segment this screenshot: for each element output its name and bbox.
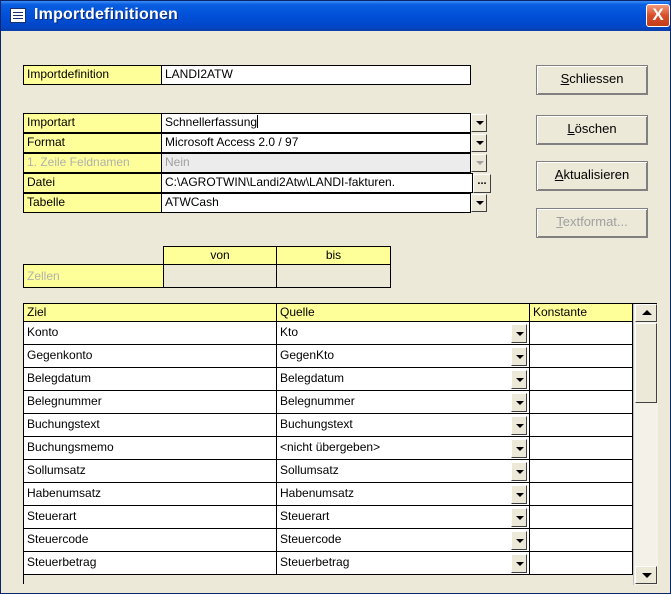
quelle-dropdown-button[interactable]: [511, 324, 527, 343]
table-row-konstante[interactable]: [530, 529, 633, 552]
bis-header: bis: [276, 246, 391, 265]
tabelle-dropdown-button[interactable]: [471, 194, 487, 212]
table-row-quelle-combo[interactable]: Kto: [277, 322, 530, 345]
erste-zeile-feldnamen-label: 1. Zeile Feldnamen: [23, 153, 162, 173]
text-caret: [257, 115, 259, 128]
table-row-quelle-combo[interactable]: Sollumsatz: [277, 460, 530, 483]
table-row-ziel: Habenumsatz: [24, 483, 277, 506]
erste-zeile-feldnamen-combo[interactable]: Nein: [161, 153, 471, 173]
zellen-label: Zellen: [23, 264, 164, 288]
table-row-quelle-combo[interactable]: Belegdatum: [277, 368, 530, 391]
form-icon: [10, 8, 26, 23]
table-row-konstante[interactable]: [530, 322, 633, 345]
quelle-dropdown-button[interactable]: [511, 416, 527, 435]
quelle-dropdown-button[interactable]: [511, 485, 527, 504]
table-row-konstante[interactable]: [530, 368, 633, 391]
importart-dropdown-button[interactable]: [471, 114, 487, 132]
table-row-konstante[interactable]: [530, 414, 633, 437]
schliessen-button[interactable]: Schliessen: [536, 65, 648, 95]
close-icon: X: [652, 5, 664, 24]
quelle-dropdown-button[interactable]: [511, 347, 527, 366]
importdefinition-field[interactable]: LANDI2ATW: [161, 65, 471, 85]
datei-label: Datei: [23, 173, 162, 193]
table-row-ziel: Belegnummer: [24, 391, 277, 414]
field-mapping-grid: Ziel Quelle Konstante Konto Kto Gegenkonto…: [23, 303, 658, 585]
table-row-konstante[interactable]: [530, 506, 633, 529]
quelle-dropdown-button[interactable]: [511, 370, 527, 389]
table-row-ziel: Steuercode: [24, 529, 277, 552]
table-row-ziel: Belegdatum: [24, 368, 277, 391]
table-row-konstante[interactable]: [530, 460, 633, 483]
tabelle-combo[interactable]: ATWCash: [161, 193, 471, 213]
table-row-konstante[interactable]: [530, 552, 633, 575]
quelle-dropdown-button[interactable]: [511, 508, 527, 527]
table-row-ziel: Steuerart: [24, 506, 277, 529]
zellen-bis-field[interactable]: [276, 264, 391, 288]
table-row-quelle-combo[interactable]: GegenKto: [277, 345, 530, 368]
table-row-quelle-combo[interactable]: Steuercode: [277, 529, 530, 552]
importart-value: Schnellerfassung: [165, 115, 258, 129]
zellen-von-field[interactable]: [163, 264, 277, 288]
von-header: von: [163, 246, 277, 265]
table-row-konstante[interactable]: [530, 391, 633, 414]
importart-label: Importart: [23, 113, 162, 133]
datei-field[interactable]: C:\AGROTWIN\Landi2Atw\LANDI-fakturen.: [161, 173, 473, 193]
title-bar[interactable]: Importdefinitionen X: [1, 1, 670, 31]
table-row-quelle-combo[interactable]: Habenumsatz: [277, 483, 530, 506]
table-row-ziel: Gegenkonto: [24, 345, 277, 368]
importdefinition-label: Importdefinition: [23, 65, 162, 85]
column-header-quelle: Quelle: [277, 304, 530, 322]
quelle-dropdown-button[interactable]: [511, 531, 527, 550]
close-button[interactable]: X: [646, 4, 670, 27]
table-row-konstante[interactable]: [530, 437, 633, 460]
datei-browse-button[interactable]: ...: [473, 174, 491, 193]
quelle-dropdown-button[interactable]: [511, 439, 527, 458]
importart-combo[interactable]: Schnellerfassung: [161, 113, 471, 133]
grid-vertical-scrollbar[interactable]: [633, 304, 658, 585]
window-title: Importdefinitionen: [34, 6, 179, 23]
scroll-down-arrow-icon[interactable]: [635, 566, 657, 584]
table-row-ziel: Sollumsatz: [24, 460, 277, 483]
table-row-quelle-combo[interactable]: Steuerbetrag: [277, 552, 530, 575]
quelle-dropdown-button[interactable]: [511, 462, 527, 481]
table-row-konstante[interactable]: [530, 483, 633, 506]
aktualisieren-button[interactable]: Aktualisieren: [536, 161, 648, 191]
format-dropdown-button[interactable]: [471, 134, 487, 152]
quelle-dropdown-button[interactable]: [511, 554, 527, 573]
table-row-quelle-combo[interactable]: Buchungstext: [277, 414, 530, 437]
scroll-up-arrow-icon[interactable]: [635, 304, 657, 322]
format-combo[interactable]: Microsoft Access 2.0 / 97: [161, 133, 471, 153]
textformat-button[interactable]: Textformat...: [536, 208, 648, 238]
table-row-ziel: Buchungsmemo: [24, 437, 277, 460]
table-row-konstante[interactable]: [530, 345, 633, 368]
table-row-quelle-combo[interactable]: <nicht übergeben>: [277, 437, 530, 460]
loeschen-button[interactable]: Löschen: [536, 115, 648, 145]
quelle-dropdown-button[interactable]: [511, 393, 527, 412]
column-header-ziel: Ziel: [24, 304, 277, 322]
table-row-quelle-combo[interactable]: Belegnummer: [277, 391, 530, 414]
format-label: Format: [23, 133, 162, 153]
tabelle-label: Tabelle: [23, 193, 162, 213]
erste-zeile-dropdown-button[interactable]: [471, 154, 487, 172]
table-row-ziel: Konto: [24, 322, 277, 345]
table-row-quelle-combo[interactable]: Steuerart: [277, 506, 530, 529]
column-header-konstante: Konstante: [530, 304, 633, 322]
table-row-ziel: Steuerbetrag: [24, 552, 277, 575]
table-row-ziel: Buchungstext: [24, 414, 277, 437]
import-definitions-window: Importdefinitionen X Importdefinition LA…: [0, 0, 671, 594]
scroll-thumb[interactable]: [635, 323, 657, 403]
